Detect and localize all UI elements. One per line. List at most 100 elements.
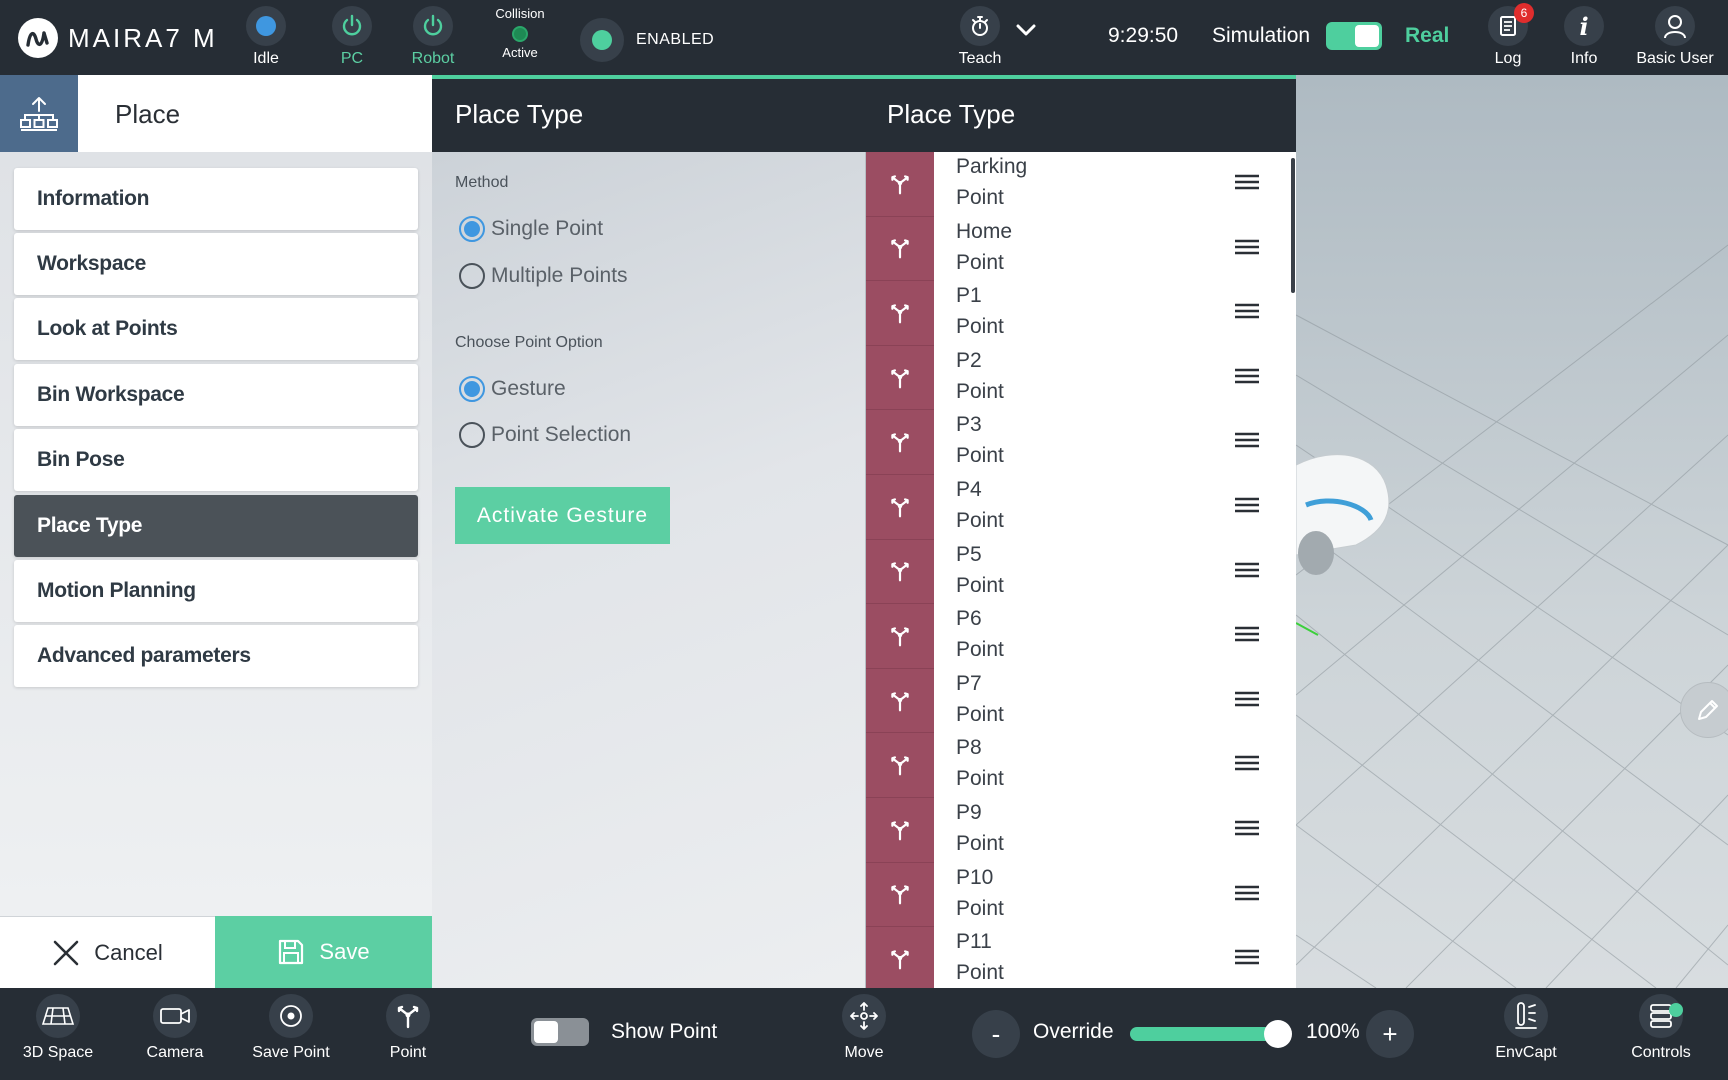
- list-item[interactable]: P11 Point: [866, 927, 1290, 988]
- point-type: Point: [956, 573, 1004, 597]
- show-point-toggle[interactable]: [531, 1018, 589, 1046]
- save-point-button[interactable]: Save Point: [241, 994, 341, 1062]
- drag-handle-icon[interactable]: [1234, 689, 1260, 709]
- method-label: Method: [455, 174, 509, 191]
- save-point-label: Save Point: [252, 1044, 330, 1061]
- drag-handle-icon[interactable]: [1234, 753, 1260, 773]
- gripper-icon: [386, 994, 430, 1038]
- menu-item-motion-planning[interactable]: Motion Planning: [14, 560, 418, 622]
- menu-item-look-at-points[interactable]: Look at Points: [14, 298, 418, 360]
- point-type: Point: [956, 186, 1004, 209]
- drag-handle-icon[interactable]: [1234, 172, 1260, 192]
- radio-label: Single Point: [491, 217, 604, 240]
- list-item[interactable]: P8 Point: [866, 733, 1290, 798]
- point-type: Point: [956, 250, 1004, 274]
- info-button[interactable]: i Info: [1544, 6, 1624, 68]
- menu-item-bin-workspace[interactable]: Bin Workspace: [14, 364, 418, 426]
- radio-multiple-points[interactable]: Multiple Points: [459, 263, 628, 289]
- list-item[interactable]: Home Point: [866, 216, 1290, 282]
- point-name: P4: [956, 478, 982, 501]
- power-icon: [413, 6, 453, 46]
- menu-item-place-type[interactable]: Place Type: [14, 495, 418, 557]
- 3d-viewport[interactable]: [1296, 75, 1728, 988]
- enabled-status[interactable]: ENABLED: [580, 18, 714, 62]
- collision-status[interactable]: Collision Active: [490, 6, 550, 60]
- gripper-icon: [866, 862, 934, 928]
- list-item[interactable]: P4 Point: [866, 475, 1290, 540]
- left-panel-header: Place: [0, 75, 432, 152]
- user-button[interactable]: Basic User: [1622, 6, 1728, 68]
- 3d-space-button[interactable]: 3D Space: [8, 994, 108, 1062]
- env-capture-icon: [1504, 994, 1548, 1038]
- log-button[interactable]: Log: [1468, 6, 1548, 68]
- override-increase-button[interactable]: +: [1366, 1010, 1414, 1058]
- menu-item-advanced-parameters[interactable]: Advanced parameters: [14, 625, 418, 687]
- menu-item-information[interactable]: Information: [14, 168, 418, 230]
- radio-point-selection[interactable]: Point Selection: [459, 422, 631, 448]
- list-item[interactable]: P7 Point: [866, 668, 1290, 734]
- list-item[interactable]: P5 Point: [866, 539, 1290, 605]
- list-item[interactable]: P1 Point: [866, 281, 1290, 346]
- override-decrease-button[interactable]: -: [972, 1010, 1020, 1058]
- camera-button[interactable]: Camera: [125, 994, 225, 1062]
- drag-handle-icon[interactable]: [1234, 301, 1260, 321]
- drag-handle-icon[interactable]: [1234, 430, 1260, 450]
- settings-title: Place Type: [455, 99, 584, 129]
- drag-handle-icon[interactable]: [1234, 495, 1260, 515]
- activate-gesture-button[interactable]: Activate Gesture: [455, 487, 670, 544]
- envcapt-button[interactable]: EnvCapt: [1476, 994, 1576, 1062]
- radio-label: Gesture: [491, 377, 566, 400]
- controls-button[interactable]: Controls: [1611, 994, 1711, 1062]
- list-item[interactable]: P10 Point: [866, 862, 1290, 928]
- move-button[interactable]: Move: [814, 994, 914, 1062]
- point-name: Parking: [956, 155, 1028, 178]
- app-title: MAIRA7 M: [68, 22, 218, 53]
- hierarchy-icon[interactable]: [0, 75, 78, 152]
- top-bar: MAIRA7 M Idle PC Robot Collision Active …: [0, 0, 1728, 75]
- controls-label: Controls: [1631, 1044, 1691, 1061]
- point-type: Point: [956, 315, 1004, 339]
- gripper-icon: [866, 345, 934, 411]
- teach-button[interactable]: Teach: [940, 6, 1020, 68]
- drag-handle-icon[interactable]: [1234, 818, 1260, 838]
- edit-view-button[interactable]: [1680, 682, 1728, 738]
- point-type: Point: [956, 767, 1004, 791]
- robot-power-button[interactable]: Robot: [393, 6, 473, 68]
- menu-item-workspace[interactable]: Workspace: [14, 233, 418, 295]
- idle-status[interactable]: Idle: [226, 6, 306, 68]
- point-button[interactable]: Point: [358, 994, 458, 1062]
- show-point-label: Show Point: [611, 1020, 718, 1043]
- override-slider[interactable]: [1130, 1020, 1292, 1048]
- radio-single-point[interactable]: Single Point: [459, 216, 603, 242]
- point-list[interactable]: Parking Point Home Point P1 Point P2 Point P3 Poi…: [865, 152, 1296, 988]
- menu-item-bin-pose[interactable]: Bin Pose: [14, 429, 418, 491]
- point-name: P3: [956, 413, 982, 437]
- list-item[interactable]: P9 Point: [866, 798, 1290, 863]
- left-menu: Information Workspace Look at Points Bin…: [0, 152, 432, 916]
- log-label: Log: [1494, 50, 1522, 67]
- point-type: Point: [956, 832, 1004, 855]
- user-icon: [1655, 6, 1695, 46]
- simulation-real-toggle[interactable]: [1326, 22, 1382, 50]
- list-item[interactable]: Parking Point: [866, 152, 1290, 217]
- drag-handle-icon[interactable]: [1234, 883, 1260, 903]
- save-button[interactable]: Save: [215, 916, 432, 988]
- drag-handle-icon[interactable]: [1234, 237, 1260, 257]
- gripper-icon: [866, 281, 934, 346]
- list-item[interactable]: P2 Point: [866, 345, 1290, 411]
- drag-handle-icon[interactable]: [1234, 947, 1260, 967]
- drag-handle-icon[interactable]: [1234, 560, 1260, 580]
- camera-icon: [153, 994, 197, 1038]
- pc-power-button[interactable]: PC: [312, 6, 392, 68]
- radio-gesture[interactable]: Gesture: [459, 376, 566, 402]
- point-type: Point: [956, 702, 1004, 726]
- drag-handle-icon[interactable]: [1234, 366, 1260, 386]
- list-item[interactable]: P6 Point: [866, 604, 1290, 669]
- override-slider-handle[interactable]: [1264, 1020, 1292, 1048]
- drag-handle-icon[interactable]: [1234, 624, 1260, 644]
- chevron-down-icon[interactable]: [1014, 18, 1038, 42]
- list-scrollbar[interactable]: [1291, 158, 1295, 293]
- status-dot-icon: [246, 6, 286, 46]
- list-item[interactable]: P3 Point: [866, 410, 1290, 475]
- cancel-button[interactable]: Cancel: [0, 916, 215, 988]
